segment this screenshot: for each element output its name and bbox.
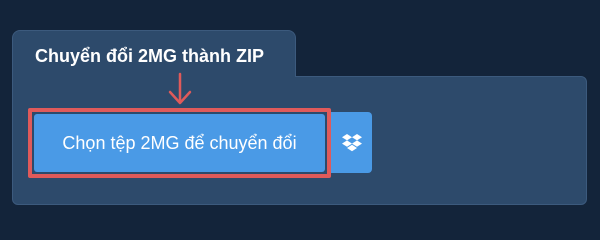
dropbox-button[interactable] <box>331 112 372 173</box>
dropbox-icon <box>341 133 362 151</box>
choose-file-label: Chọn tệp 2MG để chuyển đổi <box>62 132 297 153</box>
tab-panel-joint <box>13 74 295 78</box>
converter-widget: Chuyển đổi 2MG thành ZIP Chọn tệp 2MG để… <box>0 0 600 230</box>
down-arrow-icon <box>168 72 192 105</box>
tab-title: Chuyển đổi 2MG thành ZIP <box>35 46 264 66</box>
choose-file-button[interactable]: Chọn tệp 2MG để chuyển đổi <box>34 114 325 172</box>
